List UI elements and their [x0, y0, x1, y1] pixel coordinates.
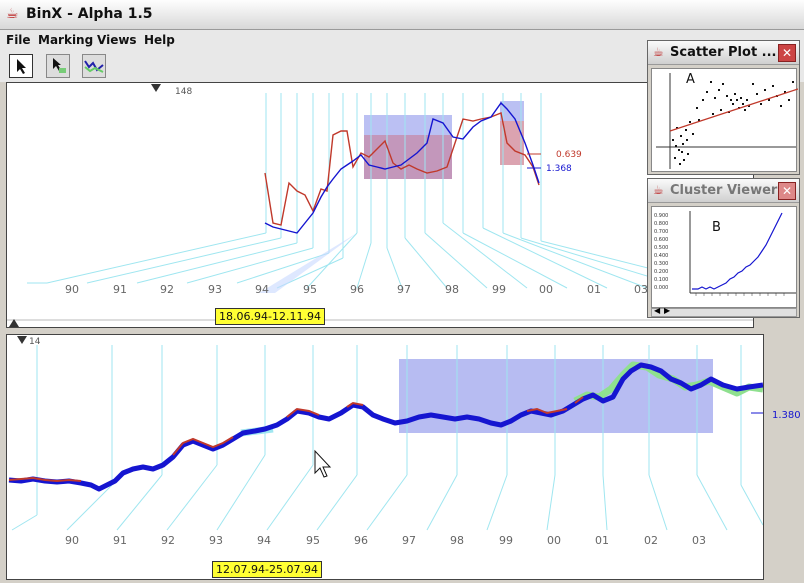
bottom-value-label: 1.380	[772, 410, 801, 421]
svg-text:97: 97	[397, 283, 411, 296]
top-scale-label: 148	[175, 87, 192, 97]
svg-text:96: 96	[354, 534, 368, 547]
cluster-viewer-title: Cluster Viewer	[670, 183, 778, 198]
top-axis-lines	[27, 93, 748, 294]
svg-text:0.100: 0.100	[654, 277, 668, 283]
title-bar: ☕ BinX - Alpha 1.5	[0, 0, 804, 30]
svg-text:98: 98	[450, 534, 464, 547]
top-chart-panel[interactable]: 0.639 1.368 148 90 91 92 93 94 95 96 97 …	[6, 82, 754, 328]
svg-text:92: 92	[160, 283, 174, 296]
svg-text:90: 90	[65, 283, 79, 296]
scatter-plot-canvas: A	[656, 72, 799, 169]
bottom-selection-region	[399, 359, 713, 433]
svg-text:01: 01	[595, 534, 609, 547]
svg-text:93: 93	[209, 534, 223, 547]
svg-text:90: 90	[65, 534, 79, 547]
bottom-scale-label: 14	[29, 337, 41, 347]
svg-text:99: 99	[499, 534, 513, 547]
top-resize-handle-icon[interactable]	[9, 319, 19, 327]
top-blue-value: 1.368	[546, 164, 572, 174]
window-title: BinX - Alpha 1.5	[26, 6, 153, 22]
pointer-icon	[17, 59, 26, 74]
scroll-left-icon[interactable]: ◀	[654, 306, 660, 315]
scatter-plot-area[interactable]: A	[651, 68, 799, 172]
svg-text:03: 03	[634, 283, 648, 296]
svg-text:0.400: 0.400	[654, 253, 668, 259]
cluster-viewer-window[interactable]: ☕ Cluster Viewer ✕ 0.900 0.800 0.700 0.6…	[647, 178, 800, 318]
svg-text:03: 03	[692, 534, 706, 547]
cluster-marker-label: B	[712, 220, 721, 235]
bottom-year-labels: 90 91 92 93 94 95 96 97 98 99 00 01 02 0…	[65, 534, 706, 547]
cluster-plot-canvas: 0.900 0.800 0.700 0.600 0.500 0.400 0.30…	[654, 211, 796, 296]
top-selection-overlap	[364, 135, 452, 179]
svg-text:0.600: 0.600	[654, 237, 668, 243]
svg-text:99: 99	[492, 283, 506, 296]
top-scale-marker-icon[interactable]	[151, 84, 161, 92]
bottom-range-tooltip: 12.07.94-25.07.94	[212, 561, 322, 578]
menu-marking[interactable]: Marking	[38, 33, 93, 47]
java-cup-icon: ☕	[6, 6, 19, 22]
svg-text:0.200: 0.200	[654, 269, 668, 275]
svg-text:92: 92	[161, 534, 175, 547]
menu-help[interactable]: Help	[144, 33, 175, 47]
mark-tool-button[interactable]	[46, 54, 70, 78]
scatter-close-button[interactable]: ✕	[778, 44, 796, 62]
svg-text:01: 01	[587, 283, 601, 296]
svg-text:0.700: 0.700	[654, 229, 668, 235]
menu-views[interactable]: Views	[97, 33, 137, 47]
scatter-marker-label: A	[686, 72, 695, 87]
svg-text:0.800: 0.800	[654, 221, 668, 227]
svg-text:0.000: 0.000	[654, 285, 668, 291]
bottom-scale-marker-icon[interactable]	[17, 336, 27, 344]
svg-text:95: 95	[306, 534, 320, 547]
pointer-tool-button[interactable]	[9, 54, 33, 78]
bottom-value-label-wrap: 1.380	[772, 410, 801, 421]
cluster-viewer-titlebar[interactable]: ☕ Cluster Viewer ✕	[648, 179, 799, 203]
bottom-chart-panel[interactable]: 14 90 91 92 93 94 95 96 97 98 99 00 01 0…	[6, 334, 764, 580]
svg-text:95: 95	[303, 283, 317, 296]
svg-text:98: 98	[445, 283, 459, 296]
pattern-tool-button[interactable]	[82, 54, 106, 78]
svg-text:91: 91	[113, 534, 127, 547]
top-chart-canvas: 0.639 1.368 148 90 91 92 93 94 95 96 97 …	[7, 87, 753, 321]
svg-text:0.900: 0.900	[654, 213, 668, 219]
scatter-plot-window[interactable]: ☕ Scatter Plot ... ✕ A	[647, 40, 800, 175]
svg-text:97: 97	[402, 534, 416, 547]
cluster-y-ticks: 0.900 0.800 0.700 0.600 0.500 0.400 0.30…	[654, 213, 668, 291]
mouse-cursor-icon	[314, 449, 332, 478]
top-range-tooltip: 18.06.94-12.11.94	[215, 308, 325, 325]
cluster-curve	[692, 212, 783, 290]
top-red-value: 0.639	[556, 150, 582, 160]
pattern-icon	[84, 60, 104, 73]
cluster-plot-area[interactable]: 0.900 0.800 0.700 0.600 0.500 0.400 0.30…	[651, 206, 797, 308]
svg-text:0.500: 0.500	[654, 245, 668, 251]
svg-text:94: 94	[255, 283, 269, 296]
bottom-chart-canvas: 14 90 91 92 93 94 95 96 97 98 99 00 01 0…	[8, 337, 763, 547]
cluster-horizontal-scrollbar[interactable]: ◀ ▶	[651, 306, 797, 317]
svg-text:96: 96	[350, 283, 364, 296]
svg-text:00: 00	[547, 534, 561, 547]
mark-pointer-icon	[53, 58, 66, 73]
svg-text:93: 93	[208, 283, 222, 296]
scatter-plot-title: Scatter Plot ...	[670, 45, 777, 60]
java-cup-icon: ☕	[653, 183, 664, 197]
scatter-plot-titlebar[interactable]: ☕ Scatter Plot ... ✕	[648, 41, 799, 65]
svg-text:02: 02	[644, 534, 658, 547]
scatter-points	[672, 81, 794, 165]
java-cup-icon: ☕	[653, 45, 664, 59]
svg-text:00: 00	[539, 283, 553, 296]
cluster-close-button[interactable]: ✕	[778, 182, 796, 200]
menu-file[interactable]: File	[6, 33, 31, 47]
svg-text:94: 94	[257, 534, 271, 547]
svg-text:0.300: 0.300	[654, 261, 668, 267]
svg-text:91: 91	[113, 283, 127, 296]
scatter-regression-line	[669, 88, 799, 132]
scroll-right-icon[interactable]: ▶	[664, 306, 670, 315]
